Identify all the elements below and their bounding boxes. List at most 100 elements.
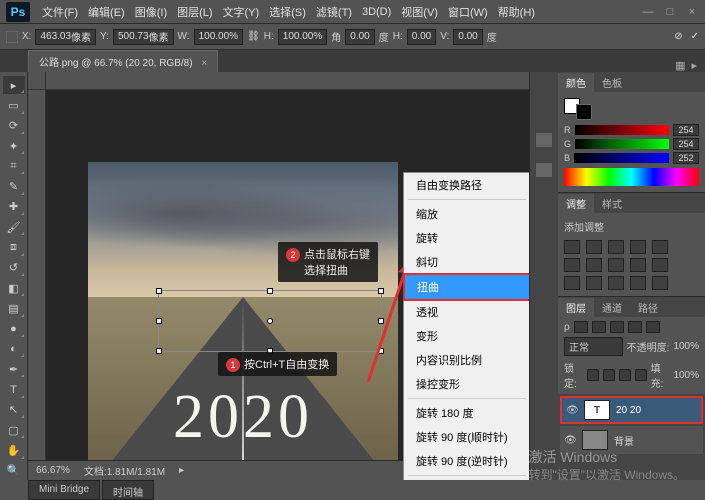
layer-visibility-icon[interactable]: 👁 — [566, 405, 578, 416]
adj-levels-icon[interactable] — [586, 240, 602, 254]
cm-rotate-90cw[interactable]: 旋转 90 度(顺时针) — [404, 425, 529, 449]
w-field[interactable]: 100.00% — [194, 29, 243, 45]
menu-3d[interactable]: 3D(D) — [358, 4, 395, 20]
cm-flip-h[interactable]: 水平翻转 — [404, 478, 529, 480]
tab-minibridge[interactable]: Mini Bridge — [28, 480, 100, 500]
history-panel-icon[interactable] — [535, 132, 553, 148]
filter-shape-icon[interactable] — [628, 321, 642, 333]
menu-view[interactable]: 视图(V) — [397, 2, 442, 22]
menu-type[interactable]: 文字(Y) — [219, 2, 264, 22]
cm-distort[interactable]: 扭曲 — [403, 273, 529, 301]
zoom-level[interactable]: 66.67% — [36, 465, 70, 476]
cm-skew[interactable]: 斜切 — [404, 250, 529, 274]
tab-channels[interactable]: 通道 — [594, 298, 630, 317]
y-field[interactable]: 500.73 像素 — [113, 29, 174, 45]
filter-smart-icon[interactable] — [646, 321, 660, 333]
tab-paths[interactable]: 路径 — [630, 298, 666, 317]
transform-bounding-box[interactable] — [158, 290, 382, 352]
g-value[interactable]: 254 — [673, 138, 699, 150]
maximize-button[interactable]: □ — [663, 6, 677, 18]
shape-tool[interactable]: ▢ — [3, 421, 25, 439]
menu-filter[interactable]: 滤镜(T) — [312, 2, 356, 22]
blend-mode-select[interactable]: 正常 — [564, 337, 623, 356]
menu-window[interactable]: 窗口(W) — [444, 2, 492, 22]
tab-timeline[interactable]: 时间轴 — [102, 480, 154, 500]
cm-warp[interactable]: 变形 — [404, 324, 529, 348]
cancel-transform-icon[interactable]: ⊘ — [674, 31, 682, 42]
tab-styles[interactable]: 样式 — [594, 194, 630, 213]
cm-scale[interactable]: 缩放 — [404, 202, 529, 226]
zoom-tool[interactable]: 🔍 — [3, 462, 25, 480]
layer-row-2020[interactable]: 👁 T 20 20 — [560, 396, 703, 424]
filter-adjust-icon[interactable] — [592, 321, 606, 333]
tab-color[interactable]: 颜色 — [558, 73, 594, 92]
cm-free-transform-path[interactable]: 自由变换路径 — [404, 173, 529, 197]
heal-tool[interactable]: ✚ — [3, 198, 25, 216]
transform-handle-tl[interactable] — [156, 288, 162, 294]
background-swatch[interactable] — [576, 104, 592, 120]
dodge-tool[interactable]: ◐ — [3, 340, 25, 358]
transform-handle-center[interactable] — [267, 318, 273, 324]
eyedropper-tool[interactable]: ✎ — [3, 177, 25, 195]
pen-tool[interactable]: ✒ — [3, 360, 25, 378]
h-field[interactable]: 100.00% — [278, 29, 327, 45]
filter-pixel-icon[interactable] — [574, 321, 588, 333]
color-spectrum[interactable] — [564, 168, 699, 186]
stamp-tool[interactable]: ⧈ — [3, 238, 25, 256]
adj-brightness-icon[interactable] — [564, 240, 580, 254]
transform-anchor-icon[interactable] — [6, 31, 18, 43]
document-tab[interactable]: 公路.png @ 66.7% (20 20, RGB/8) × — [28, 50, 218, 72]
filter-type-icon[interactable] — [610, 321, 624, 333]
r-value[interactable]: 254 — [673, 124, 699, 136]
cm-rotate-180[interactable]: 旋转 180 度 — [404, 401, 529, 425]
type-tool[interactable]: T — [3, 380, 25, 398]
vskew-field[interactable]: 0.00 — [453, 29, 482, 45]
properties-panel-icon[interactable] — [535, 162, 553, 178]
crop-tool[interactable]: ⌗ — [3, 157, 25, 175]
blur-tool[interactable]: ● — [3, 320, 25, 338]
eraser-tool[interactable]: ◧ — [3, 279, 25, 297]
adj-posterize-icon[interactable] — [586, 276, 602, 290]
cm-puppet-warp[interactable]: 操控变形 — [404, 372, 529, 396]
menu-select[interactable]: 选择(S) — [265, 2, 310, 22]
tab-tile-icon[interactable]: ▦ — [675, 59, 685, 72]
path-select-tool[interactable]: ↖ — [3, 401, 25, 419]
transform-handle-ml[interactable] — [156, 318, 162, 324]
tab-layers[interactable]: 图层 — [558, 298, 594, 317]
adj-bw-icon[interactable] — [586, 258, 602, 272]
hand-tool[interactable]: ✋ — [3, 441, 25, 459]
transform-handle-mr[interactable] — [378, 318, 384, 324]
minimize-button[interactable]: — — [641, 6, 655, 18]
g-slider[interactable] — [575, 139, 669, 149]
transform-handle-br[interactable] — [378, 348, 384, 354]
x-field[interactable]: 463.03 像素 — [35, 29, 96, 45]
ruler-vertical[interactable] — [28, 90, 46, 480]
commit-transform-icon[interactable]: ✓ — [691, 31, 699, 42]
layer-name[interactable]: 背景 — [614, 433, 634, 448]
doc-info[interactable]: 文档:1.81M/1.81M — [84, 463, 165, 478]
marquee-tool[interactable]: ▭ — [3, 96, 25, 114]
tab-menu-icon[interactable]: ▸ — [691, 59, 697, 72]
adj-photofilter-icon[interactable] — [608, 258, 624, 272]
tab-close-icon[interactable]: × — [201, 58, 207, 69]
adj-invert-icon[interactable] — [564, 276, 580, 290]
close-button[interactable]: × — [685, 6, 699, 18]
history-brush-tool[interactable]: ↺ — [3, 259, 25, 277]
menu-edit[interactable]: 编辑(E) — [84, 2, 129, 22]
lock-position-icon[interactable] — [619, 369, 631, 381]
wand-tool[interactable]: ✦ — [3, 137, 25, 155]
r-slider[interactable] — [575, 125, 670, 135]
fill-value[interactable]: 100% — [673, 370, 699, 381]
ruler-horizontal[interactable] — [46, 72, 529, 90]
menu-image[interactable]: 图像(I) — [131, 2, 171, 22]
adj-vibrance-icon[interactable] — [652, 240, 668, 254]
tab-adjustments[interactable]: 调整 — [558, 194, 594, 213]
layer-thumb-text[interactable]: T — [584, 400, 610, 420]
angle-field[interactable]: 0.00 — [345, 29, 374, 45]
cm-content-aware-scale[interactable]: 内容识别比例 — [404, 348, 529, 372]
link-wh-icon[interactable]: ⛓ — [247, 31, 260, 42]
gradient-tool[interactable]: ▤ — [3, 299, 25, 317]
cm-perspective[interactable]: 透视 — [404, 300, 529, 324]
b-value[interactable]: 252 — [673, 152, 699, 164]
transform-handle-bl[interactable] — [156, 348, 162, 354]
